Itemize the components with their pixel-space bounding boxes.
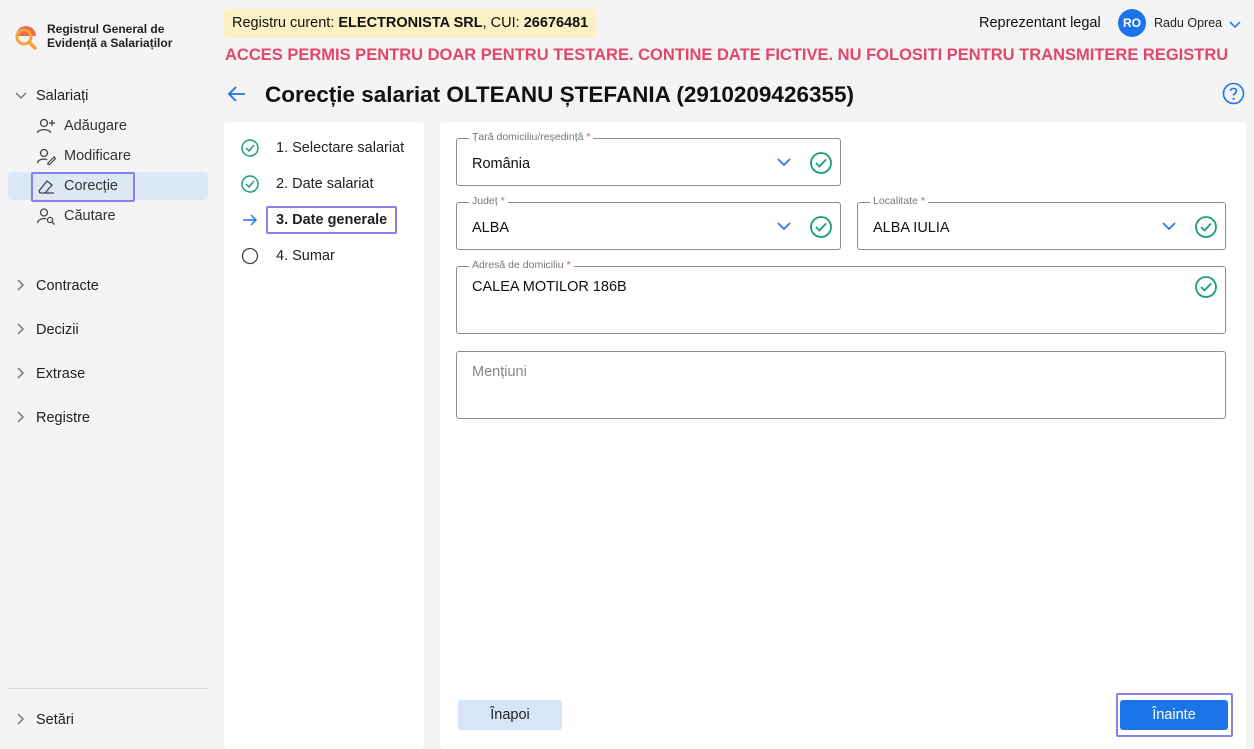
sidebar-group-contracte[interactable]: Contracte bbox=[8, 272, 208, 300]
locality-value: ALBA IULIA bbox=[873, 220, 950, 236]
current-registry-badge: Registru curent: ELECTRONISTA SRL, CUI: … bbox=[224, 9, 597, 38]
company-cui: 26676481 bbox=[523, 15, 589, 31]
arrow-right-icon bbox=[240, 210, 260, 230]
focus-highlight: Înainte bbox=[1116, 693, 1233, 737]
sidebar-group-label: Salariați bbox=[36, 88, 89, 104]
chevron-down-icon bbox=[14, 89, 28, 103]
step-summary[interactable]: 4. Sumar bbox=[240, 244, 335, 268]
step-label: 2. Date salariat bbox=[276, 176, 374, 192]
country-label: Țară domiciliu/reședință bbox=[472, 131, 584, 143]
step-general-data[interactable]: 3. Date generale bbox=[240, 206, 398, 234]
sidebar-group-label: Setări bbox=[36, 712, 74, 728]
page-title: Corecție salariat OLTEANU ȘTEFANIA (2910… bbox=[265, 82, 854, 107]
check-circle-icon bbox=[1194, 215, 1218, 239]
app-title-line1: Registrul General de bbox=[47, 22, 165, 36]
empty-circle-icon bbox=[240, 246, 260, 266]
sidebar-group-label: Extrase bbox=[36, 366, 86, 382]
step-select-employee[interactable]: 1. Selectare salariat bbox=[240, 136, 404, 160]
chevron-down-icon[interactable] bbox=[1161, 219, 1177, 233]
sidebar-item-label: Adăugare bbox=[64, 118, 127, 134]
sidebar-nav: Salariați Adăugare Modificare Corecție C… bbox=[8, 82, 208, 432]
chevron-right-icon bbox=[14, 366, 28, 382]
check-circle-icon bbox=[1194, 275, 1218, 299]
user-edit-icon bbox=[36, 147, 56, 165]
country-select[interactable]: Țară domiciliu/reședință * România bbox=[456, 131, 841, 186]
chevron-right-icon bbox=[14, 278, 28, 294]
next-button[interactable]: Înainte bbox=[1120, 700, 1228, 730]
wizard-steps: 1. Selectare salariat 2. Date salariat 3… bbox=[224, 122, 424, 749]
back-button[interactable]: Înapoi bbox=[458, 700, 562, 730]
sidebar-group-label: Registre bbox=[36, 410, 90, 426]
sidebar-item-label: Căutare bbox=[64, 208, 116, 224]
sidebar: Registrul General de Evidență a Salariaț… bbox=[0, 0, 216, 749]
user-name[interactable]: Radu Oprea bbox=[1154, 16, 1222, 30]
user-plus-icon bbox=[36, 117, 56, 135]
check-circle-icon bbox=[240, 174, 260, 194]
sidebar-item-modificare[interactable]: Modificare bbox=[8, 142, 208, 170]
address-input[interactable]: Adresă de domiciliu * CALEA MOTILOR 186B bbox=[456, 259, 1226, 334]
sidebar-group-extrase[interactable]: Extrase bbox=[8, 360, 208, 388]
check-circle-icon bbox=[809, 151, 833, 175]
chevron-down-icon[interactable] bbox=[776, 219, 792, 233]
user-role: Reprezentant legal bbox=[979, 15, 1101, 31]
chevron-right-icon bbox=[14, 712, 28, 728]
sidebar-group-registre[interactable]: Registre bbox=[8, 404, 208, 432]
sidebar-group-salariati[interactable]: Salariați bbox=[8, 82, 208, 110]
check-circle-icon bbox=[809, 215, 833, 239]
country-value: România bbox=[472, 156, 531, 172]
chevron-down-icon[interactable] bbox=[776, 155, 792, 169]
test-warning-banner: ACCES PERMIS PENTRU DOAR PENTRU TESTARE.… bbox=[225, 46, 1229, 64]
county-select[interactable]: Județ * ALBA bbox=[456, 195, 841, 250]
focus-highlight bbox=[31, 172, 135, 202]
mentions-textarea[interactable]: Mențiuni bbox=[456, 351, 1226, 419]
sidebar-group-decizii[interactable]: Decizii bbox=[8, 316, 208, 344]
step-label: 4. Sumar bbox=[276, 248, 335, 264]
county-label: Județ bbox=[472, 195, 498, 207]
company-name: ELECTRONISTA SRL bbox=[338, 15, 483, 31]
sidebar-item-adaugare[interactable]: Adăugare bbox=[8, 112, 208, 140]
logo-icon bbox=[12, 22, 40, 50]
divider bbox=[8, 688, 208, 689]
step-employee-data[interactable]: 2. Date salariat bbox=[240, 172, 374, 196]
app-logo[interactable]: Registrul General de Evidență a Salariaț… bbox=[12, 22, 187, 50]
address-label: Adresă de domiciliu bbox=[472, 259, 564, 271]
address-value: CALEA MOTILOR 186B bbox=[472, 279, 627, 295]
avatar[interactable]: RO bbox=[1118, 9, 1146, 37]
locality-label: Localitate bbox=[873, 195, 918, 207]
check-circle-icon bbox=[240, 138, 260, 158]
user-search-icon bbox=[36, 207, 56, 225]
sidebar-group-label: Contracte bbox=[36, 278, 99, 294]
locality-select[interactable]: Localitate * ALBA IULIA bbox=[857, 195, 1226, 250]
sidebar-group-label: Decizii bbox=[36, 322, 79, 338]
back-arrow-icon[interactable] bbox=[227, 84, 247, 104]
help-icon[interactable] bbox=[1222, 82, 1245, 105]
step-label: 3. Date generale bbox=[266, 206, 398, 234]
chevron-right-icon bbox=[14, 322, 28, 338]
sidebar-item-cautare[interactable]: Căutare bbox=[8, 202, 208, 230]
sidebar-group-setari[interactable]: Setări bbox=[8, 706, 208, 734]
sidebar-item-label: Modificare bbox=[64, 148, 131, 164]
chevron-right-icon bbox=[14, 410, 28, 426]
step-label: 1. Selectare salariat bbox=[276, 140, 405, 156]
app-title-line2: Evidență a Salariaților bbox=[47, 36, 173, 50]
sidebar-item-corectie[interactable]: Corecție bbox=[8, 172, 208, 202]
county-value: ALBA bbox=[472, 220, 510, 236]
chevron-down-icon[interactable] bbox=[1229, 16, 1241, 34]
mentions-placeholder: Mențiuni bbox=[472, 364, 527, 380]
